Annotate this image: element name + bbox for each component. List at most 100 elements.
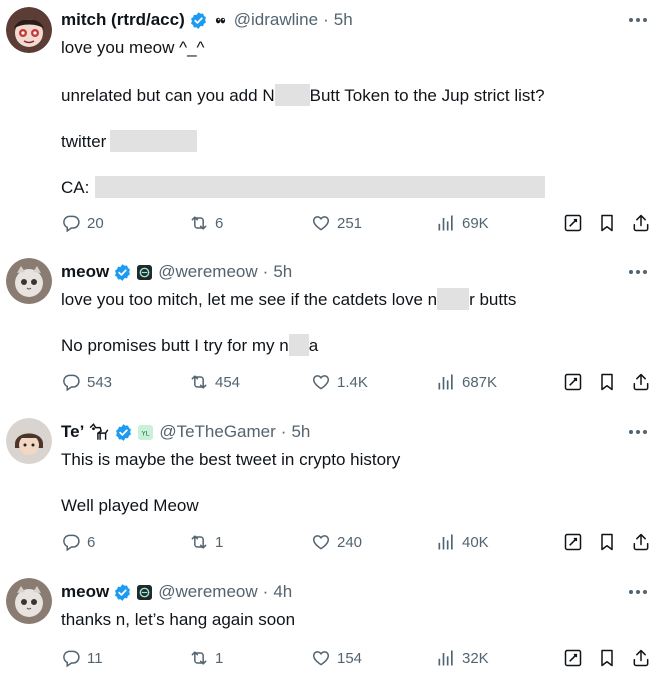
like-count: 1.4K [337,373,368,391]
verified-badge-icon [113,263,132,282]
share-icon[interactable] [631,372,651,392]
retweet-button[interactable]: 454 [189,370,240,394]
bookmark-icon[interactable] [597,532,617,552]
timestamp[interactable]: 4h [273,582,292,602]
bookmark-icon[interactable] [597,648,617,668]
reply-button[interactable]: 11 [61,646,103,670]
avatar[interactable] [6,578,52,624]
separator: · [262,582,269,601]
verified-badge-icon [189,11,208,30]
reply-button[interactable]: 543 [61,370,112,394]
retweet-button[interactable]: 1 [189,646,223,670]
retweet-button[interactable]: 1 [189,530,223,554]
action-bar: 20 6 251 69K [61,211,663,235]
tweet[interactable]: meow @weremeow · 4h thanks n, let’s hang… [0,570,663,680]
grok-icon[interactable] [563,532,583,552]
like-icon [311,532,331,552]
grok-icon[interactable] [563,213,583,233]
avatar[interactable] [6,418,52,464]
like-button[interactable]: 251 [311,211,362,235]
reply-button[interactable]: 6 [61,530,95,554]
tweet-text: love you too mitch, let me see if the ca… [61,288,516,312]
action-bar: 11 1 154 32K [61,646,663,670]
view-count: 32K [462,649,489,667]
handle[interactable]: @weremeow [158,582,257,602]
reply-icon [61,648,81,668]
more-options-icon[interactable] [629,587,651,597]
like-count: 240 [337,533,363,551]
retweet-count: 1 [215,533,224,551]
share-icon[interactable] [631,648,651,668]
tweet-text: This is maybe the best tweet in crypto h… [61,450,401,469]
views-button[interactable]: 40K [436,530,489,554]
reply-button[interactable]: 20 [61,211,104,235]
display-name[interactable]: meow [61,582,109,602]
text-fragment: Butt Token to the Jup strict list? [309,86,545,105]
handle[interactable]: @TeTheGamer [159,422,275,442]
retweet-icon [189,372,209,392]
bookmark-icon[interactable] [597,213,617,233]
like-button[interactable]: 240 [311,530,362,554]
views-button[interactable]: 69K [436,211,489,235]
handle[interactable]: @weremeow [158,262,257,282]
text-fragment: love you too mitch, let me see if the ca… [61,290,438,309]
share-icon[interactable] [631,532,651,552]
affiliate-logo-icon [137,264,153,280]
reply-count: 20 [87,214,104,232]
avatar[interactable] [6,258,52,304]
tweet[interactable]: meow @weremeow · 5h love you too mitch, … [0,250,663,410]
text-fragment: CA: [61,178,90,197]
reply-icon [61,532,81,552]
verified-badge-icon [113,583,132,602]
more-options-icon[interactable] [629,427,651,437]
like-icon [311,213,331,233]
display-name[interactable]: mitch (rtrd/acc) [61,10,185,30]
like-icon [311,648,331,668]
views-button[interactable]: 32K [436,646,489,670]
timestamp[interactable]: 5h [273,262,292,282]
timestamp[interactable]: 5h [291,422,310,442]
like-count: 154 [337,649,363,667]
view-count: 687K [462,373,498,391]
reply-count: 543 [87,373,113,391]
affiliate-eyes-icon [212,12,228,28]
bookmark-icon[interactable] [597,372,617,392]
affiliate-logo-icon: YL [138,424,154,440]
grok-icon[interactable] [563,372,583,392]
views-icon [436,213,456,233]
handle[interactable]: @idrawline [234,10,318,30]
text-fragment: unrelated but can you add N [61,86,275,105]
text-fragment: r butts [469,290,517,309]
retweet-icon [189,213,209,233]
share-icon[interactable] [631,213,651,233]
text-fragment: twitter [61,132,107,151]
grok-icon[interactable] [563,648,583,668]
avatar[interactable] [6,7,52,53]
like-count: 251 [337,214,363,232]
tweet[interactable]: mitch (rtrd/acc) @idrawline · 5h love yo… [0,0,663,250]
reply-icon [61,213,81,233]
views-button[interactable]: 687K [436,370,497,394]
tweet[interactable]: Te’ YL @TeTheGamer · 5h This is maybe th… [0,410,663,570]
tweet-header: mitch (rtrd/acc) @idrawline · 5h [61,8,353,32]
more-options-icon[interactable] [629,15,651,25]
retweet-icon [189,532,209,552]
separator: · [280,422,287,441]
affiliate-logo-icon [137,584,153,600]
redaction-box [110,130,198,153]
action-bar: 543 454 1.4K 687K [61,370,663,394]
tweet-text: twitter [61,130,198,154]
retweet-button[interactable]: 6 [189,211,223,235]
redaction-box [95,176,546,199]
retweet-count: 1 [215,649,224,667]
display-name[interactable]: Te’ [61,422,84,442]
redaction-box [288,334,309,357]
more-options-icon[interactable] [629,267,651,277]
tweet-text: unrelated but can you add N Butt Token to… [61,84,545,108]
like-button[interactable]: 1.4K [311,370,368,394]
views-icon [436,648,456,668]
timestamp[interactable]: 5h [334,10,353,30]
display-name[interactable]: meow [61,262,109,282]
separator: · [323,10,329,29]
like-button[interactable]: 154 [311,646,362,670]
